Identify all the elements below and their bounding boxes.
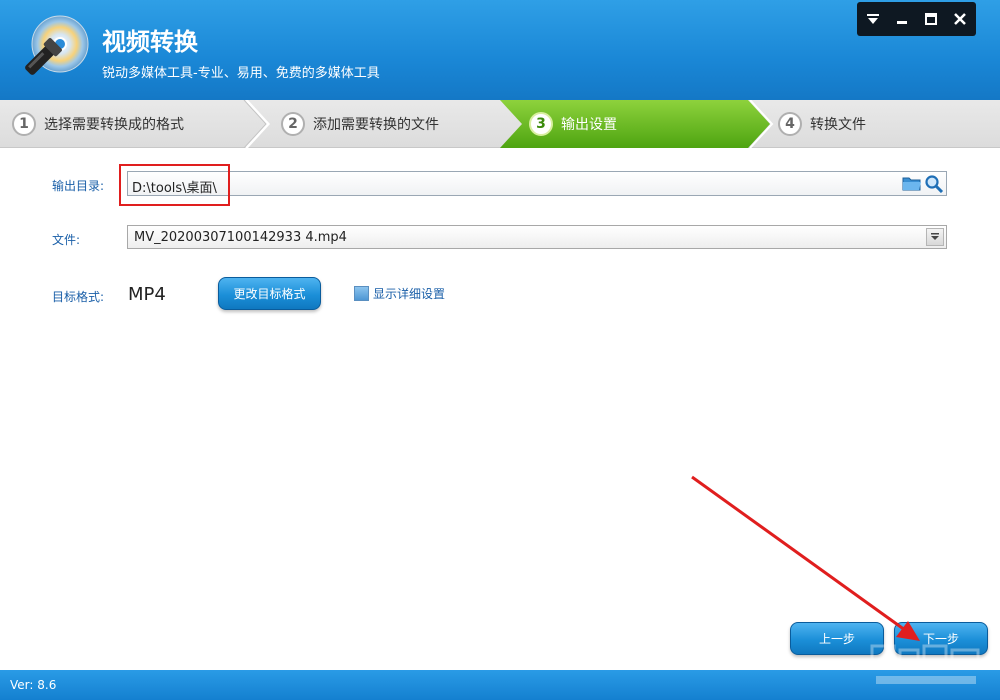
step-number: 1 — [12, 112, 36, 136]
step-number: 3 — [529, 112, 553, 136]
target-format-value: MP4 — [128, 284, 166, 305]
close-button[interactable] — [947, 5, 973, 33]
file-select-value: MV_20200307100142933 4.mp4 — [134, 230, 347, 245]
window-controls — [857, 2, 976, 36]
minimize-icon — [897, 21, 907, 24]
output-dir-label: 输出目录: — [52, 179, 105, 193]
step-label: 转换文件 — [810, 117, 866, 133]
step-label: 添加需要转换的文件 — [313, 117, 439, 133]
output-dir-field[interactable]: D:\tools\桌面\ — [127, 171, 947, 196]
folder-icon[interactable] — [902, 174, 922, 193]
output-dir-actions — [902, 174, 944, 193]
show-details-toggle[interactable]: 显示详细设置 — [354, 285, 445, 302]
step-number: 4 — [778, 112, 802, 136]
step-1: 1 选择需要转换成的格式 — [12, 100, 184, 148]
step-2: 2 添加需要转换的文件 — [281, 100, 439, 148]
change-format-button[interactable]: 更改目标格式 — [218, 277, 321, 310]
app-title: 视频转换 — [102, 28, 198, 56]
dropdown-button[interactable] — [926, 228, 944, 246]
step-label: 选择需要转换成的格式 — [44, 117, 184, 133]
step-label: 输出设置 — [561, 117, 617, 133]
version-text: Ver: 8.6 — [10, 678, 57, 692]
app-subtitle: 锐动多媒体工具-专业、易用、免费的多媒体工具 — [102, 66, 380, 81]
target-format-label: 目标格式: — [52, 290, 105, 304]
annotation-highlight-box — [119, 164, 230, 206]
show-details-label: 显示详细设置 — [373, 287, 446, 301]
menu-icon — [867, 14, 879, 24]
minimize-button[interactable] — [889, 5, 915, 33]
close-icon — [954, 13, 966, 25]
step-3: 3 输出设置 — [529, 100, 617, 148]
maximize-button[interactable] — [918, 5, 944, 33]
file-label: 文件: — [52, 233, 81, 247]
maximize-icon — [925, 13, 937, 25]
app-header: 视频转换 锐动多媒体工具-专业、易用、免费的多媒体工具 — [0, 0, 1000, 100]
status-bar: Ver: 8.6 — [0, 670, 1000, 700]
menu-button[interactable] — [860, 5, 886, 33]
show-details-checkbox[interactable] — [354, 286, 369, 301]
disc-flashlight-logo-icon — [25, 15, 89, 75]
step-4: 4 转换文件 — [778, 100, 866, 148]
watermark-logo-icon — [870, 644, 980, 684]
file-select[interactable]: MV_20200307100142933 4.mp4 — [127, 225, 947, 249]
search-icon[interactable] — [924, 174, 944, 193]
chevron-down-icon — [931, 233, 939, 240]
steps-bar: 1 选择需要转换成的格式 2 添加需要转换的文件 3 输出设置 4 转换文件 — [0, 100, 1000, 148]
step-number: 2 — [281, 112, 305, 136]
